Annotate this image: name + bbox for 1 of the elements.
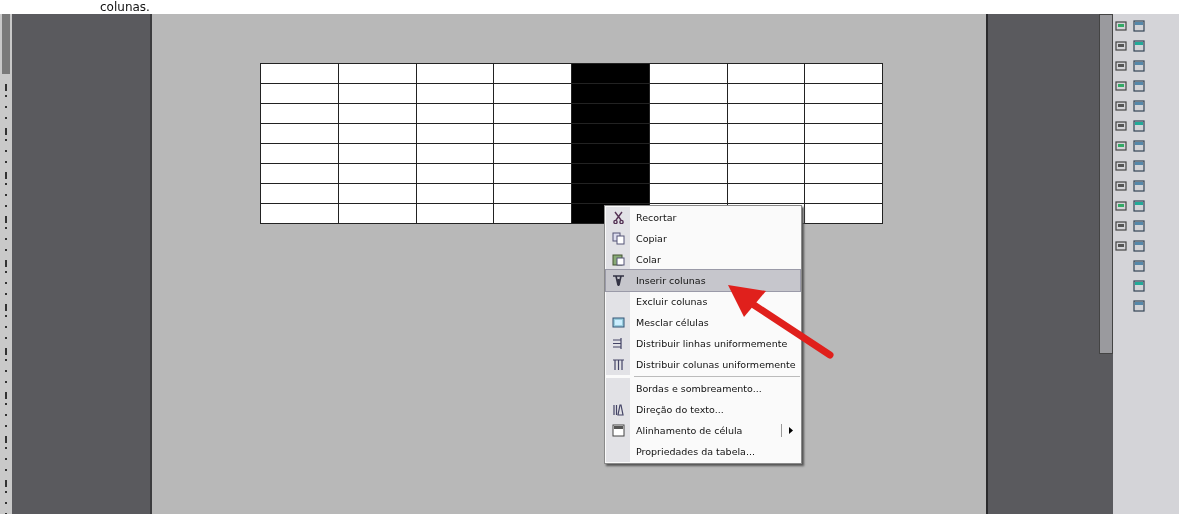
caption-text: colunas.	[100, 0, 150, 14]
